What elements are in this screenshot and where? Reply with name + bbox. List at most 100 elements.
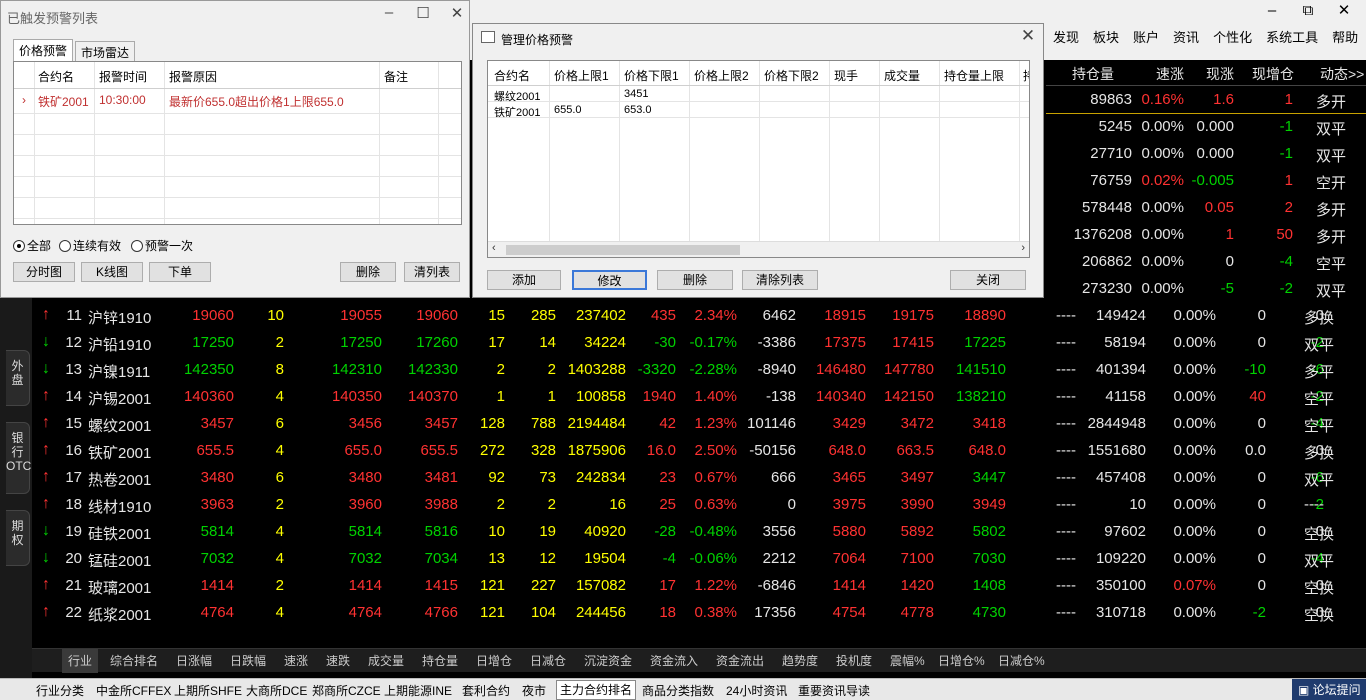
col-more[interactable]: 持 bbox=[1023, 67, 1029, 84]
tab-market-radar[interactable]: 市场雷达 bbox=[75, 41, 136, 61]
tab-overseas[interactable]: 外盘 bbox=[6, 350, 30, 406]
exchange-tab[interactable]: 中金所CFFEX bbox=[96, 682, 171, 699]
exchange-tab[interactable]: 上期能源INE bbox=[384, 682, 452, 699]
alert-contract[interactable]: 螺纹2001 bbox=[494, 88, 540, 104]
quote-row[interactable]: ↑ 沪锌1910 11 19060 10 19055 19060 15 285 237402 435… bbox=[32, 303, 1366, 330]
quote-row[interactable]: ↑ 沪锡2001 14 140360 4 140350 140370 1 1 100858 1940… bbox=[32, 384, 1366, 411]
radio-continuous[interactable]: 连续有效 bbox=[59, 237, 121, 254]
sort-tab[interactable]: 资金流入 bbox=[650, 652, 698, 669]
exchange-tab[interactable]: 行业分类 bbox=[36, 682, 84, 699]
sort-tab[interactable]: 行业 bbox=[62, 649, 99, 673]
exchange-tab[interactable]: 上期所SHFE bbox=[174, 682, 242, 699]
maximize-icon[interactable]: ☐ bbox=[408, 4, 438, 22]
sort-tab[interactable]: 日减仓% bbox=[998, 652, 1045, 669]
quote-row[interactable]: ↓ 硅铁2001 19 5814 4 5814 5816 10 19 40920 -28 -0.48%… bbox=[32, 519, 1366, 546]
forum-button[interactable]: ▣ 论坛提问 bbox=[1292, 679, 1366, 700]
tick-chart-button[interactable]: 分时图 bbox=[13, 262, 75, 282]
quote-row[interactable]: 27710 0.00% 0.000 -1 双平 bbox=[1046, 141, 1366, 168]
restore-icon[interactable]: ⧉ bbox=[1290, 0, 1326, 22]
col-change-now[interactable]: 现涨 bbox=[1206, 64, 1234, 84]
col-dynamic[interactable]: 动态>> bbox=[1320, 64, 1364, 84]
minimize-icon[interactable]: – bbox=[374, 4, 404, 21]
quote-row[interactable]: 206862 0.00% 0 -4 空平 bbox=[1046, 249, 1366, 276]
delete-button[interactable]: 删除 bbox=[340, 262, 396, 282]
alert-lower-1[interactable]: 3451 bbox=[624, 88, 648, 100]
scroll-left-icon[interactable]: ‹ bbox=[492, 242, 496, 254]
sort-tab[interactable]: 日增仓 bbox=[476, 652, 512, 669]
sort-tab[interactable]: 日减仓 bbox=[530, 652, 566, 669]
delete-button[interactable]: 删除 bbox=[657, 270, 733, 290]
col-open-interest[interactable]: 持仓量 bbox=[1072, 64, 1114, 84]
sort-tab[interactable]: 速涨 bbox=[284, 652, 308, 669]
quote-row[interactable]: 273230 0.00% -5 -2 双平 bbox=[1046, 276, 1366, 303]
col-upper-1[interactable]: 价格上限1 bbox=[554, 67, 609, 84]
col-oi-increase[interactable]: 现增仓 bbox=[1252, 64, 1294, 84]
tab-options[interactable]: 期权 bbox=[6, 510, 30, 566]
sort-tab[interactable]: 日跌幅 bbox=[230, 652, 266, 669]
exchange-tab[interactable]: 夜市 bbox=[522, 682, 546, 699]
clear-list-button[interactable]: 清列表 bbox=[404, 262, 460, 282]
sort-tab[interactable]: 震幅% bbox=[890, 652, 925, 669]
quote-row[interactable]: ↑ 线材1910 18 3963 2 3960 3988 2 2 16 25 0.63% 0 3975 39… bbox=[32, 492, 1366, 519]
col-oi-upper[interactable]: 持仓量上限 bbox=[944, 67, 1004, 84]
exchange-tab[interactable]: 重要资讯导读 bbox=[798, 682, 870, 699]
col-lower-2[interactable]: 价格下限2 bbox=[764, 67, 819, 84]
edit-button[interactable]: 修改 bbox=[572, 270, 647, 290]
col-current-lots[interactable]: 现手 bbox=[834, 67, 858, 84]
sort-tab[interactable]: 速跌 bbox=[326, 652, 350, 669]
clear-list-button[interactable]: 清除列表 bbox=[742, 270, 818, 290]
quote-row[interactable]: ↑ 铁矿2001 16 655.5 4 655.0 655.5 272 328 1875906 16… bbox=[32, 438, 1366, 465]
menu-discover[interactable]: 发现 bbox=[1046, 24, 1086, 52]
menu-help[interactable]: 帮助 bbox=[1325, 24, 1365, 52]
quote-row[interactable]: 578448 0.00% 0.05 2 多开 bbox=[1046, 195, 1366, 222]
quote-row[interactable]: ↓ 沪镍1911 13 142350 8 142310 142330 2 2 1403288 -33… bbox=[32, 357, 1366, 384]
radio-once[interactable]: 预警一次 bbox=[131, 237, 193, 254]
col-contract[interactable]: 合约名 bbox=[494, 67, 530, 84]
sort-tab[interactable]: 日增仓% bbox=[938, 652, 985, 669]
alert-reason[interactable]: 最新价655.0超出价格1上限655.0 bbox=[169, 93, 344, 110]
col-volume[interactable]: 成交量 bbox=[884, 67, 920, 84]
sort-tab[interactable]: 持仓量 bbox=[422, 652, 458, 669]
sort-tab[interactable]: 趋势度 bbox=[782, 652, 818, 669]
exchange-tab[interactable]: 郑商所CZCE bbox=[312, 682, 381, 699]
quote-row[interactable]: ↑ 螺纹2001 15 3457 6 3456 3457 128 788 2194484 42 1.2… bbox=[32, 411, 1366, 438]
sort-tab[interactable]: 综合排名 bbox=[110, 652, 158, 669]
menu-news[interactable]: 资讯 bbox=[1166, 24, 1206, 52]
sort-tab[interactable]: 成交量 bbox=[368, 652, 404, 669]
quote-row[interactable]: 5245 0.00% 0.000 -1 双平 bbox=[1046, 114, 1366, 141]
close-icon[interactable]: ✕ bbox=[1013, 26, 1043, 46]
scrollbar-thumb[interactable] bbox=[506, 245, 740, 255]
exchange-tab[interactable]: 套利合约 bbox=[462, 682, 510, 699]
quote-row[interactable]: ↑ 热卷2001 17 3480 6 3480 3481 92 73 242834 23 0.67% 6… bbox=[32, 465, 1366, 492]
tab-price-alert[interactable]: 价格预警 bbox=[13, 39, 74, 61]
add-button[interactable]: 添加 bbox=[487, 270, 561, 290]
quote-row[interactable]: 89863 0.16% 1.6 1 多开 bbox=[1046, 87, 1366, 114]
alert-contract[interactable]: 铁矿2001 bbox=[494, 104, 540, 120]
alert-upper-1[interactable]: 655.0 bbox=[554, 104, 582, 116]
quote-row[interactable]: 76759 0.02% -0.005 1 空开 bbox=[1046, 168, 1366, 195]
sort-tab[interactable]: 投机度 bbox=[836, 652, 872, 669]
order-button[interactable]: 下单 bbox=[149, 262, 211, 282]
alert-lower-1[interactable]: 653.0 bbox=[624, 104, 652, 116]
quote-row[interactable]: 1376208 0.00% 1 50 多开 bbox=[1046, 222, 1366, 249]
alert-contract[interactable]: 铁矿2001 bbox=[38, 93, 89, 110]
sort-tab[interactable]: 沉淀资金 bbox=[584, 652, 632, 669]
minimize-icon[interactable]: – bbox=[1254, 0, 1290, 22]
quote-row[interactable]: ↑ 纸浆2001 22 4764 4 4764 4766 121 104 244456 18 0.38… bbox=[32, 600, 1366, 627]
exchange-tab[interactable]: 商品分类指数 bbox=[642, 682, 714, 699]
col-upper-2[interactable]: 价格上限2 bbox=[694, 67, 749, 84]
kline-button[interactable]: K线图 bbox=[81, 262, 143, 282]
horizontal-scrollbar[interactable]: ‹ › bbox=[488, 241, 1029, 257]
close-button[interactable]: 关闭 bbox=[950, 270, 1026, 290]
col-speed[interactable]: 速涨 bbox=[1156, 64, 1184, 84]
quote-row[interactable]: ↓ 沪铅1910 12 17250 2 17250 17260 17 14 34224 -30 -0.… bbox=[32, 330, 1366, 357]
close-icon[interactable]: ✕ bbox=[1326, 0, 1362, 22]
quote-row[interactable]: ↑ 玻璃2001 21 1414 2 1414 1415 121 227 157082 17 1.22… bbox=[32, 573, 1366, 600]
scroll-right-icon[interactable]: › bbox=[1021, 242, 1025, 254]
menu-account[interactable]: 账户 bbox=[1126, 24, 1166, 52]
quote-row[interactable]: ↓ 锰硅2001 20 7032 4 7032 7034 13 12 19504 -4 -0.06% 2… bbox=[32, 546, 1366, 573]
exchange-tab[interactable]: 24小时资讯 bbox=[726, 682, 787, 699]
close-icon[interactable]: ✕ bbox=[442, 4, 472, 22]
menu-personalize[interactable]: 个性化 bbox=[1206, 24, 1259, 52]
menu-sector[interactable]: 板块 bbox=[1086, 24, 1126, 52]
